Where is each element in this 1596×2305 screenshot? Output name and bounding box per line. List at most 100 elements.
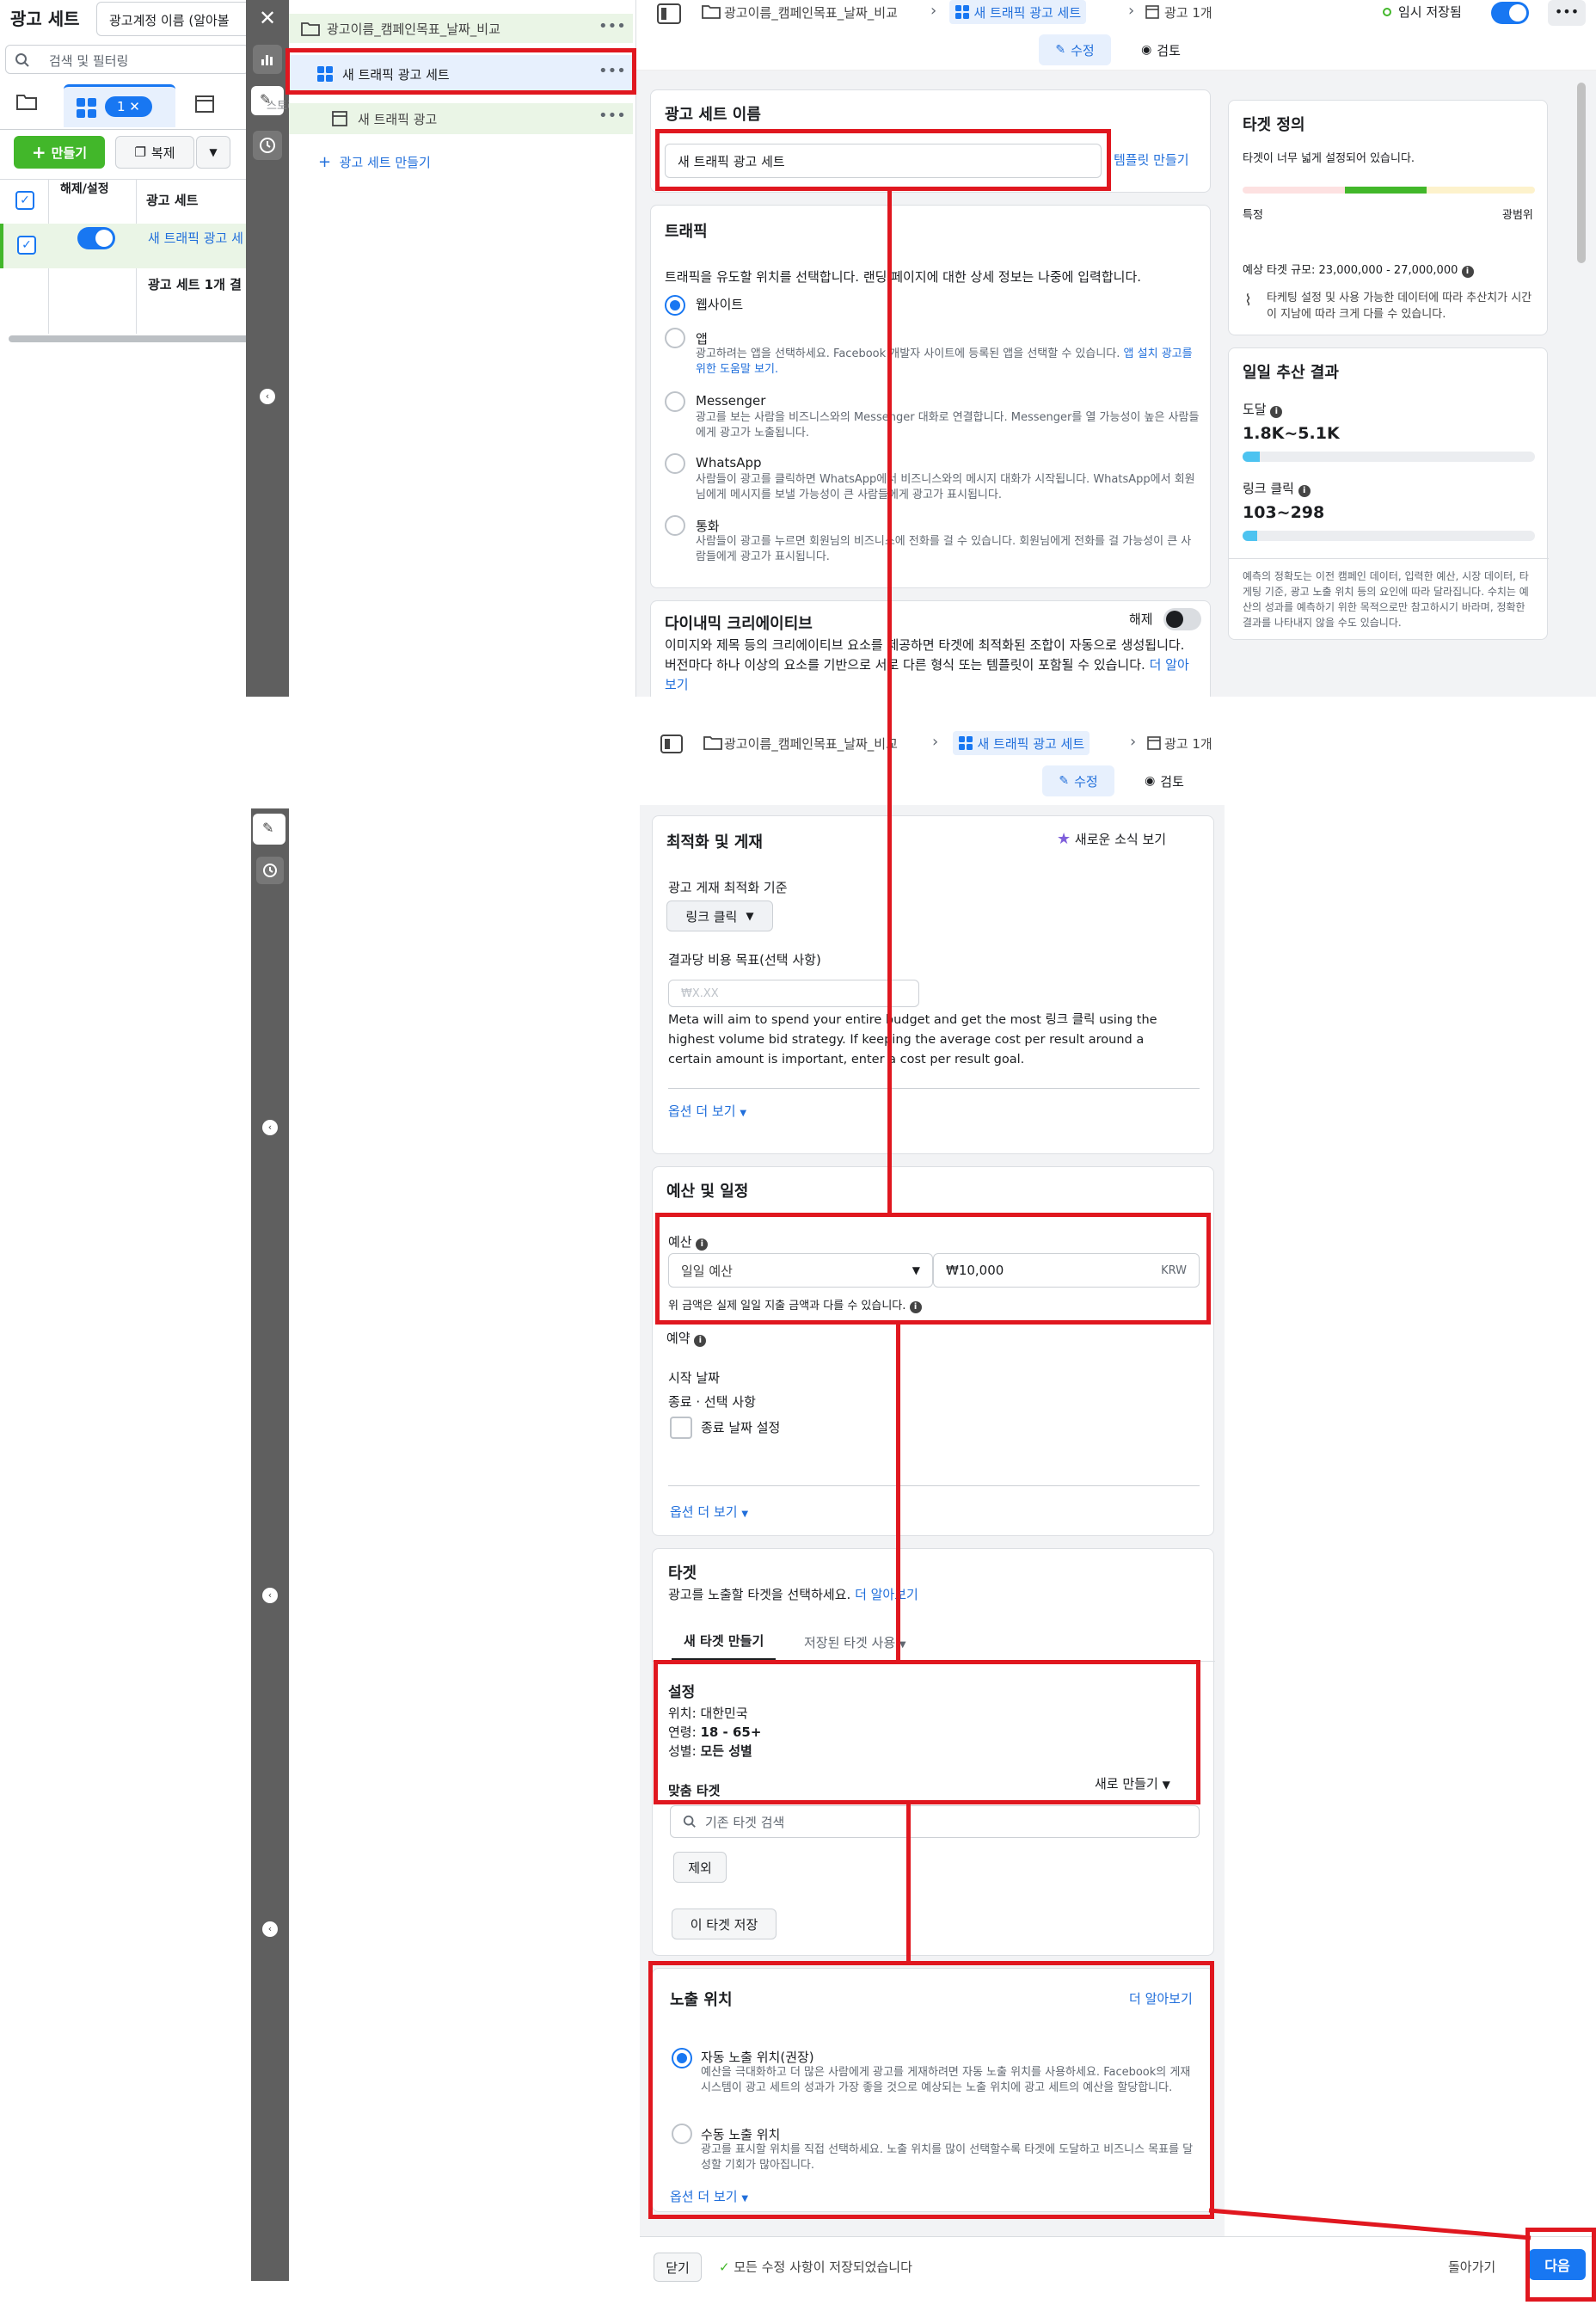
history-icon-button[interactable] [256,857,284,884]
tab-saved-audience[interactable]: 저장된 타겟 사용 ▼ [804,1633,906,1651]
review-mode-button[interactable]: ◉ 검토 [1126,34,1195,65]
optimization-more-options[interactable]: 옵션 더 보기 ▼ [668,1102,746,1120]
more-options-label: 옵션 더 보기 [670,1504,738,1520]
create-button[interactable]: + 만들기 [14,136,105,169]
check-icon: ✓ [719,2259,730,2275]
audience-search-box[interactable]: 기존 타겟 검색 [670,1805,1200,1838]
create-label: 만들기 [51,144,88,161]
tool-strip-2: ✎ ‹ ‹ ‹ [251,808,289,2281]
edit-mode-button[interactable]: ✎ 수정 [1042,765,1114,796]
folder-icon [15,91,55,112]
audience-learn-more[interactable]: 더 알아보기 [855,1587,918,1602]
close-button[interactable]: 닫기 [654,2253,702,2282]
topbar-2: 광고이름_캠페인목표_날짜_비교 › 새 트래픽 광고 세트 › 광고 1개 ✎… [640,722,1225,805]
exclude-button[interactable]: 제외 [673,1852,727,1883]
daily-results-card: 일일 추산 결과 도달 i 1.8K~5.1K 링크 클릭 i 103~298 … [1228,347,1549,640]
search-input[interactable]: 검색 및 필터링 [49,52,128,70]
close-label: 닫기 [666,2259,690,2276]
optimization-basis-label: 광고 게재 최적화 기준 [668,880,788,895]
cost-goal-placeholder: ₩X.XX [681,987,719,1000]
more-options-label: 옵션 더 보기 [668,1103,736,1119]
adset-tab-active[interactable]: 1 ✕ [64,84,175,127]
tree-campaign-name: 광고이름_캠페인목표_날짜_비교 [327,22,500,37]
caret-down-icon: ▼ [741,1509,749,1519]
panel-toggle-icon[interactable] [660,735,683,753]
breadcrumb-adset[interactable]: 새 트래픽 광고 세트 [949,0,1087,24]
duplicate-button[interactable]: ❐ 복제 [115,136,194,169]
create-adset-link[interactable]: + 광고 세트 만들기 [318,153,431,171]
breadcrumb-adset[interactable]: 새 트래픽 광고 세트 [953,731,1090,755]
clicks-label-text: 링크 클릭 [1243,481,1294,496]
table-row[interactable]: ✓ 새 트래픽 광고 세 [0,224,249,268]
whats-new-link[interactable]: ★ 새로운 소식 보기 [1057,830,1166,848]
cost-goal-input[interactable]: ₩X.XX [668,980,919,1007]
eye-icon: ◉ [1141,43,1152,57]
collapse-left-icon[interactable]: ‹ [260,389,275,404]
breadcrumb-ad-icon [1147,736,1161,750]
audience-desc: 광고를 노출할 타겟을 선택하세요. 더 알아보기 [668,1585,918,1603]
edit-icon-button[interactable]: ✎ [253,814,285,845]
duplicate-dropdown[interactable]: ▼ [196,136,230,169]
history-icon-button[interactable] [253,131,282,160]
app-radio[interactable] [665,328,685,348]
connector-line [896,1321,900,1663]
collapse-left-icon[interactable]: ‹ [262,1120,278,1135]
breadcrumb-ad[interactable]: 광고 1개 [1164,3,1212,22]
budget-more-options[interactable]: 옵션 더 보기 ▼ [670,1503,748,1521]
select-all-checkbox[interactable]: ✓ [15,191,34,210]
whats-new-label: 새로운 소식 보기 [1074,832,1167,847]
account-selector[interactable]: 광고계정 이름 (알아볼 [96,2,260,36]
caret-down-icon: ▼ [209,146,218,158]
clicks-bar-fill [1243,531,1257,541]
highlight-budget [655,1213,1211,1325]
call-radio[interactable] [665,515,685,536]
chart-icon-button[interactable] [253,45,282,74]
info-icon[interactable]: i [1298,485,1311,497]
save-audience-button[interactable]: 이 타겟 저장 [672,1909,777,1939]
tree-ad-row[interactable]: 새 트래픽 광고 ••• [289,103,633,134]
row-toggle[interactable] [77,227,115,249]
save-audience-label: 이 타겟 저장 [690,1916,758,1933]
plus-icon: + [318,153,332,171]
info-icon[interactable]: i [694,1335,707,1347]
meta-bid-description: Meta will aim to spend your entire budge… [668,1013,1157,1066]
horizontal-scrollbar[interactable] [9,335,249,342]
optimization-basis-dropdown[interactable]: 링크 클릭 ▼ [666,900,773,931]
highlight-placements [648,1961,1214,2219]
more-options-button[interactable]: ••• [1548,0,1586,26]
ad-more-icon[interactable]: ••• [598,107,626,125]
messenger-radio[interactable] [665,391,685,412]
search-filter-box[interactable]: 검색 및 필터링 [5,45,249,74]
right-scrollbar[interactable] [1577,83,1586,263]
tab-new-audience[interactable]: 새 타겟 만들기 [672,1626,777,1661]
row-checkbox[interactable]: ✓ [17,236,36,255]
selected-count-badge[interactable]: 1 ✕ [105,96,152,117]
breadcrumb-campaign[interactable]: 광고이름_캠페인목표_날짜_비교 [724,3,898,22]
whatsapp-radio[interactable] [665,453,685,474]
caret-down-icon: ▼ [740,1109,747,1118]
row-adset-name[interactable]: 새 트래픽 광고 세 [148,229,243,247]
info-icon[interactable]: i [1461,266,1474,278]
info-icon[interactable]: i [1270,406,1283,418]
breadcrumb-ad[interactable]: 광고 1개 [1164,735,1212,753]
breadcrumb-campaign[interactable]: 광고이름_캠페인목표_날짜_비교 [724,735,898,753]
website-radio[interactable] [665,295,685,316]
search-icon [15,52,30,68]
tree-campaign-row[interactable]: 광고이름_캠페인목표_날짜_비교 ••• [289,14,633,43]
schedule-label: 예약 i [666,1329,707,1347]
folder-tab[interactable] [15,91,55,126]
campaign-more-icon[interactable]: ••• [598,17,626,35]
tab-saved-audience-label: 저장된 타겟 사용 [804,1635,896,1650]
publish-toggle[interactable] [1491,2,1529,24]
collapse-left-icon[interactable]: ‹ [262,1588,278,1603]
create-template-link[interactable]: 템플릿 만들기 [1114,151,1189,169]
end-date-checkbox[interactable] [670,1417,692,1439]
edit-mode-button[interactable]: ✎ 수정 [1039,34,1111,65]
review-mode-button[interactable]: ◉ 검토 [1130,765,1199,796]
ad-tab[interactable] [194,95,215,114]
eye-icon: ◉ [1145,774,1156,788]
dynamic-creative-toggle[interactable] [1163,608,1201,630]
collapse-left-icon[interactable]: ‹ [262,1921,278,1937]
close-icon[interactable]: ✕ [253,3,282,33]
panel-toggle-icon[interactable] [657,3,681,24]
